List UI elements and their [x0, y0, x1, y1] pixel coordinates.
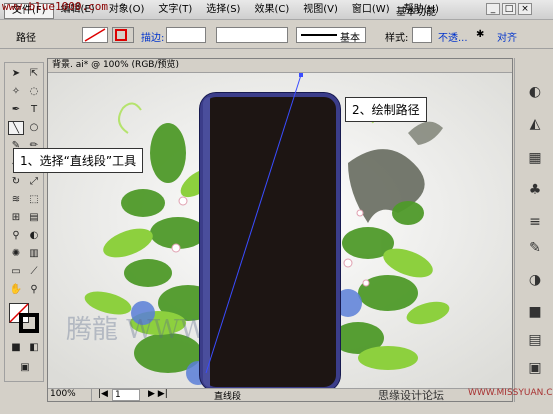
magic-wand-tool-icon[interactable]: ✧	[8, 85, 24, 99]
blend-tool-icon[interactable]: ◐	[26, 229, 42, 243]
free-transform-tool-icon[interactable]: ⬚	[26, 193, 42, 207]
layers-panel-icon[interactable]: ▤	[525, 330, 545, 350]
recolor-icon[interactable]: ✱	[476, 29, 484, 40]
eyedropper-tool-icon[interactable]: ⚲	[8, 229, 24, 243]
stroke-weight-input[interactable]	[166, 27, 206, 43]
gradient-tool-icon[interactable]: ▤	[26, 211, 42, 225]
menu-view[interactable]: 视图(V)	[296, 3, 345, 19]
stroke-swatch[interactable]	[112, 27, 134, 43]
rotate-tool-icon[interactable]: ↻	[8, 175, 24, 189]
forum-name: 思缘设计论坛	[378, 389, 444, 402]
brushes-panel-icon[interactable]: ✎	[525, 238, 545, 258]
artboards-panel-icon[interactable]: ▣	[525, 358, 545, 378]
menu-window[interactable]: 窗口(W)	[345, 3, 397, 19]
line-segment-tool-icon[interactable]: ╲	[8, 121, 24, 135]
style-dropdown[interactable]	[412, 27, 432, 43]
drawn-path[interactable]	[48, 73, 512, 389]
panel-dock: ◐ ◭ ▦ ♣ ≡ ✎ ◑ ■ ▤ ▣	[514, 58, 553, 402]
fill-swatch[interactable]	[82, 27, 108, 43]
menu-effect[interactable]: 效果(C)	[247, 3, 296, 19]
graphic-styles-panel-icon[interactable]: ■	[525, 302, 545, 322]
fill-stroke-swatches[interactable]	[9, 303, 41, 335]
forum-url: WWW.MISSYUAN.COM	[468, 388, 553, 398]
screen-mode-icon[interactable]: ▣	[17, 361, 33, 375]
mesh-tool-icon[interactable]: ⊞	[8, 211, 24, 225]
slice-tool-icon[interactable]: ⟋	[26, 265, 42, 279]
opacity-label[interactable]: 不透...	[438, 29, 468, 44]
gradient-mode-icon[interactable]: ◧	[26, 341, 42, 355]
selection-tool-icon[interactable]: ➤	[8, 67, 24, 81]
pen-tool-icon[interactable]: ✒	[8, 103, 24, 117]
symbol-sprayer-tool-icon[interactable]: ✺	[8, 247, 24, 261]
next-page-icon[interactable]: ▶ ▶|	[148, 389, 168, 399]
minimize-icon[interactable]: _	[486, 3, 500, 15]
scale-tool-icon[interactable]: ⤢	[26, 175, 42, 189]
menu-bar: 文件(F) 编辑(E) 对象(O) 文字(T) 选择(S) 效果(C) 视图(V…	[0, 0, 553, 20]
style-label: 样式:	[385, 33, 409, 44]
stroke-panel-icon[interactable]: ≡	[525, 212, 545, 232]
zoom-field[interactable]: 100%	[48, 389, 92, 401]
swatches-panel-icon[interactable]: ▦	[525, 148, 545, 168]
zoom-tool-icon[interactable]: ⚲	[26, 283, 42, 297]
site-watermark: www.blue1000.com	[2, 0, 108, 13]
close-icon[interactable]: ×	[518, 3, 532, 15]
mode-label: 路径	[16, 33, 36, 44]
color-mode-icon[interactable]: ■	[8, 341, 24, 355]
gradient-panel-icon[interactable]: ◭	[525, 114, 545, 134]
stroke-label[interactable]: 描边:	[141, 29, 164, 44]
tools-panel: ➤ ⇱ ✧ ◌ ✒ T ╲ ○ ✎ ✏ ◈ ▱ ↻ ⤢ ≋ ⬚ ⊞ ▤ ⚲ ◐ …	[4, 62, 44, 382]
color-panel-icon[interactable]: ◐	[525, 82, 545, 102]
type-tool-icon[interactable]: T	[26, 103, 42, 117]
artboard-canvas[interactable]: 腾龍 WWW.LLT.NET 2、绘制路径	[48, 73, 512, 389]
symbols-panel-icon[interactable]: ♣	[525, 180, 545, 200]
basic-label: 基本	[340, 33, 360, 44]
callout-step1: 1、选择“直线段”工具	[13, 148, 144, 173]
document-tab[interactable]: 背景. ai* @ 100% (RGB/预览)	[48, 59, 512, 73]
callout-step2: 2、绘制路径	[345, 97, 427, 122]
graph-tool-icon[interactable]: ▥	[26, 247, 42, 261]
ellipse-tool-icon[interactable]: ○	[26, 121, 42, 135]
menu-type[interactable]: 文字(T)	[151, 3, 199, 19]
direct-selection-tool-icon[interactable]: ⇱	[26, 67, 42, 81]
restore-icon[interactable]: □	[502, 3, 516, 15]
workspace-switcher[interactable]: 基本功能	[396, 3, 436, 18]
document-window: 背景. ai* @ 100% (RGB/预览) 腾龍 WWW.LLT.NET 2…	[47, 58, 513, 402]
control-bar: 路径 描边: 基本 样式: 不透... ✱ 对齐	[0, 21, 553, 49]
warp-tool-icon[interactable]: ≋	[8, 193, 24, 207]
menu-select[interactable]: 选择(S)	[199, 3, 247, 19]
first-page-icon[interactable]: |◀	[98, 389, 108, 399]
artboard-tool-icon[interactable]: ▭	[8, 265, 24, 279]
hand-tool-icon[interactable]: ✋	[8, 283, 24, 297]
lasso-tool-icon[interactable]: ◌	[26, 85, 42, 99]
variable-width-dropdown[interactable]	[216, 27, 288, 43]
current-tool-status: 直线段	[214, 392, 242, 402]
menu-object[interactable]: 对象(O)	[102, 3, 152, 19]
appearance-panel-icon[interactable]: ◑	[525, 270, 545, 290]
page-field[interactable]: 1	[112, 389, 140, 401]
align-label[interactable]: 对齐	[497, 29, 517, 44]
